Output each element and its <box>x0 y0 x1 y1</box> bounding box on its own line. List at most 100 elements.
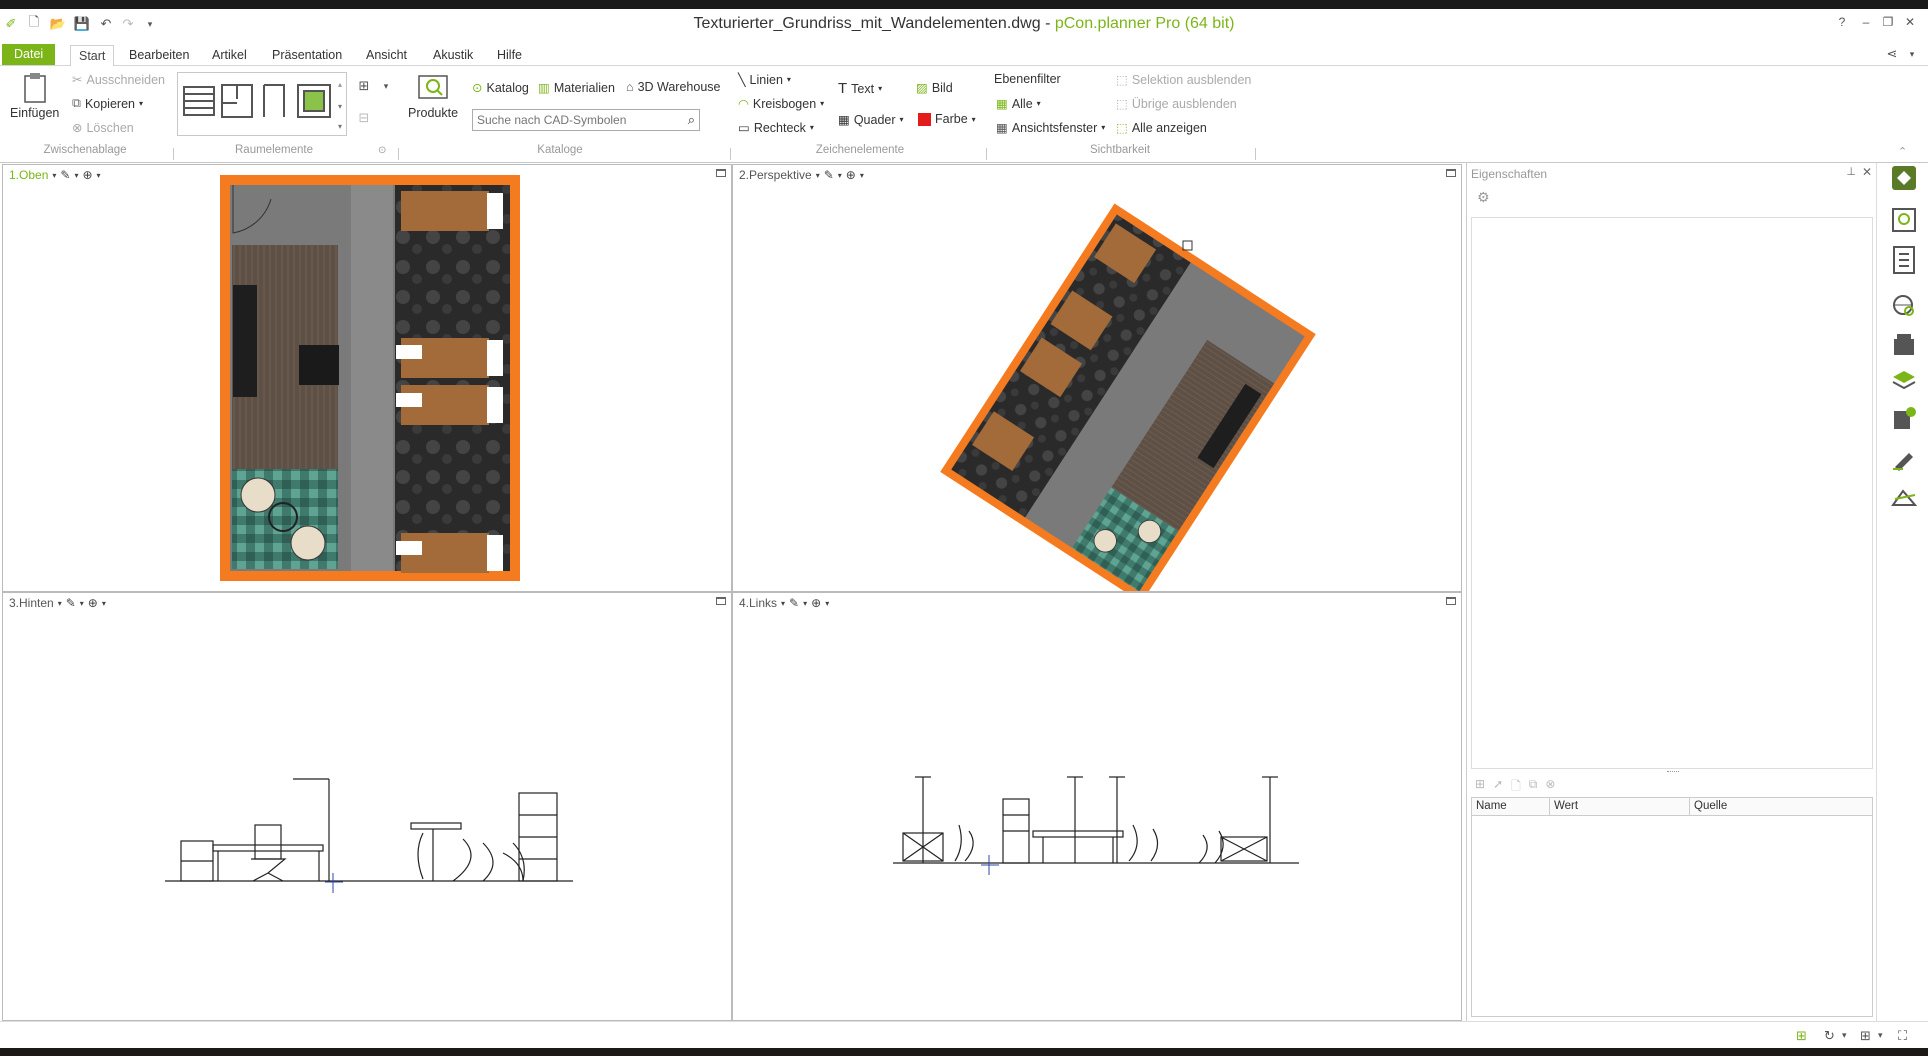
open-file-icon[interactable]: 📂 <box>50 16 66 32</box>
lines-button[interactable]: ╲ Linien ▾ <box>738 72 791 88</box>
box-button[interactable]: ▦ Quader ▾ <box>838 112 904 128</box>
layout-grid-icon[interactable]: ⊞ <box>1860 1028 1871 1044</box>
view-top[interactable]: 1.Oben ▾ ✎ ▾ ⊕ ▾ <box>2 164 732 592</box>
view-left[interactable]: 4.Links ▾ ✎ ▾ ⊕ ▾ <box>732 592 1462 1021</box>
chevron-down-icon[interactable]: ▾ <box>1878 1030 1883 1041</box>
sidebar-home-icon[interactable] <box>1889 163 1919 193</box>
clipboard-icon <box>23 73 46 103</box>
ribbon-tabs: Datei Start Bearbeiten Artikel Präsentat… <box>0 43 1928 67</box>
view-perspective[interactable]: 2.Perspektive ▾ ✎ ▾ ⊕ ▾ <box>732 164 1462 592</box>
top-plan-drawing <box>220 175 520 581</box>
col-value[interactable]: Wert <box>1550 798 1690 815</box>
view-back[interactable]: 3.Hinten ▾ ✎ ▾ ⊕ ▾ <box>2 592 732 1021</box>
group-separator <box>1255 148 1256 160</box>
arc-button[interactable]: ◠ Kreisbogen ▾ <box>738 96 825 112</box>
text-button[interactable]: T Text ▾ <box>838 80 882 97</box>
properties-tool-icon[interactable]: ⚙ <box>1477 189 1490 206</box>
tab-hilfe[interactable]: Hilfe <box>489 45 530 66</box>
chevron-down-icon[interactable]: ▾ <box>1842 1030 1847 1041</box>
tab-bearbeiten[interactable]: Bearbeiten <box>121 45 197 66</box>
chevron-down-icon: ▾ <box>899 115 904 124</box>
show-all-button[interactable]: ⬚ Alle anzeigen <box>1116 120 1207 136</box>
room-tool2-icon[interactable]: ⊟ <box>356 110 372 126</box>
arc-label: Kreisbogen <box>752 96 817 111</box>
splitter-handle[interactable] <box>1667 771 1679 773</box>
tab-praesentation[interactable]: Präsentation <box>264 45 350 66</box>
share-dropdown-icon[interactable]: ▾ <box>1904 46 1920 62</box>
delete-button[interactable]: ⊗ Löschen <box>72 120 134 136</box>
viewport-area: 1.Oben ▾ ✎ ▾ ⊕ ▾ 2.Perspektive ▾ ✎ ▾ ⊕ ▾… <box>0 163 1464 1021</box>
box-icon: ▦ <box>838 113 850 127</box>
view-window-button[interactable]: ▦ Ansichtsfenster ▾ <box>996 120 1105 136</box>
paste-button[interactable]: Einfügen <box>10 72 59 120</box>
sidebar-materials-icon[interactable] <box>1889 403 1919 433</box>
share-icon[interactable]: ⋖ <box>1884 46 1900 62</box>
window-icon: ▦ <box>996 121 1008 135</box>
svg-text:▴: ▴ <box>338 80 342 89</box>
sidebar-catalog-search-icon[interactable] <box>1889 205 1919 235</box>
cancel-icon[interactable]: ⊗ <box>1545 777 1555 798</box>
snap-icon[interactable]: ⊞ <box>1796 1028 1807 1044</box>
add-property-icon[interactable]: ⊞ <box>1475 777 1485 798</box>
lines-label: Linien <box>749 72 783 87</box>
col-name[interactable]: Name <box>1472 798 1550 815</box>
chevron-down-icon: ▾ <box>878 84 883 93</box>
delete-label: Löschen <box>86 120 134 135</box>
room-tool-icon[interactable]: ⊞ <box>356 78 372 94</box>
materials-button[interactable]: ▥ Materialien <box>538 80 615 96</box>
new-file-icon[interactable]: 🗋 <box>26 14 42 32</box>
chevron-down-icon: ▾ <box>820 99 825 108</box>
search-icon[interactable]: ⌕ <box>688 112 695 128</box>
tab-start[interactable]: Start <box>70 45 115 67</box>
quick-access-dropdown-icon[interactable]: ▾ <box>142 16 158 32</box>
room-options-icon[interactable]: ⊙ <box>378 145 386 156</box>
document-icon[interactable]: 🗋 <box>1511 777 1521 798</box>
hide-other-button[interactable]: ⬚ Übrige ausblenden <box>1116 96 1237 112</box>
rotate-icon[interactable]: ↻ <box>1824 1028 1835 1044</box>
minimize-button[interactable]: – <box>1856 15 1876 33</box>
cut-button[interactable]: ✂ Ausschneiden <box>72 72 165 88</box>
tab-akustik[interactable]: Akustik <box>425 45 481 66</box>
group-label-clipboard: Zwischenablage <box>43 144 127 156</box>
rectangle-button[interactable]: ▭ Rechteck ▾ <box>738 120 814 136</box>
tab-datei[interactable]: Datei <box>2 44 56 65</box>
save-icon[interactable]: 💾 <box>74 16 90 32</box>
all-layers-button[interactable]: ▦ Alle ▾ <box>996 96 1041 112</box>
sidebar-layers-icon[interactable] <box>1889 365 1919 395</box>
hide-other-icon: ⬚ <box>1116 97 1128 111</box>
app-logo-icon[interactable]: ✐ <box>3 16 19 32</box>
undo-icon[interactable]: ↶ <box>98 16 114 32</box>
close-panel-icon[interactable]: ✕ <box>1862 165 1872 179</box>
redo-icon[interactable]: ↷ <box>120 16 136 32</box>
room-tool-dropdown-icon[interactable]: ▾ <box>378 78 394 94</box>
sidebar-pen-icon[interactable] <box>1889 443 1919 473</box>
delete-icon: ⊗ <box>72 121 83 135</box>
restore-button[interactable]: ❐ <box>1878 15 1898 33</box>
catalog-button[interactable]: ⊙ Katalog <box>472 80 529 96</box>
close-button[interactable]: ✕ <box>1900 15 1920 33</box>
sidebar-list-icon[interactable] <box>1889 245 1919 275</box>
fullscreen-icon[interactable]: ⛶ <box>1898 1028 1907 1044</box>
help-button[interactable]: ? <box>1832 15 1852 33</box>
image-icon: ▨ <box>916 81 928 95</box>
collapse-ribbon-icon[interactable]: ⌃ <box>1898 145 1907 158</box>
copy-doc-icon[interactable]: ⧉ <box>1529 777 1538 798</box>
room-elements-gallery[interactable]: ▴ ▾ ▾ <box>177 72 347 136</box>
tab-ansicht[interactable]: Ansicht <box>358 45 415 66</box>
copy-button[interactable]: ⧉ Kopieren ▾ <box>72 96 143 111</box>
pin-icon[interactable]: ⊥ <box>1846 165 1856 178</box>
color-button[interactable]: Farbe ▾ <box>918 112 976 126</box>
sidebar-web-search-icon[interactable] <box>1889 291 1919 321</box>
sidebar-box-icon[interactable] <box>1889 329 1919 359</box>
products-button[interactable]: Produkte <box>408 74 458 120</box>
tab-artikel[interactable]: Artikel <box>204 45 255 66</box>
cad-search-input[interactable] <box>472 109 700 131</box>
color-label: Farbe <box>935 112 968 126</box>
pointer-icon[interactable]: ➚ <box>1493 777 1503 798</box>
col-source[interactable]: Quelle <box>1690 798 1872 815</box>
products-book-icon <box>418 75 448 99</box>
sidebar-terrain-icon[interactable] <box>1889 481 1919 511</box>
image-button[interactable]: ▨ Bild <box>916 80 953 96</box>
hide-selection-button[interactable]: ⬚ Selektion ausblenden <box>1116 72 1251 88</box>
warehouse-button[interactable]: ⌂ 3D Warehouse <box>626 80 720 94</box>
